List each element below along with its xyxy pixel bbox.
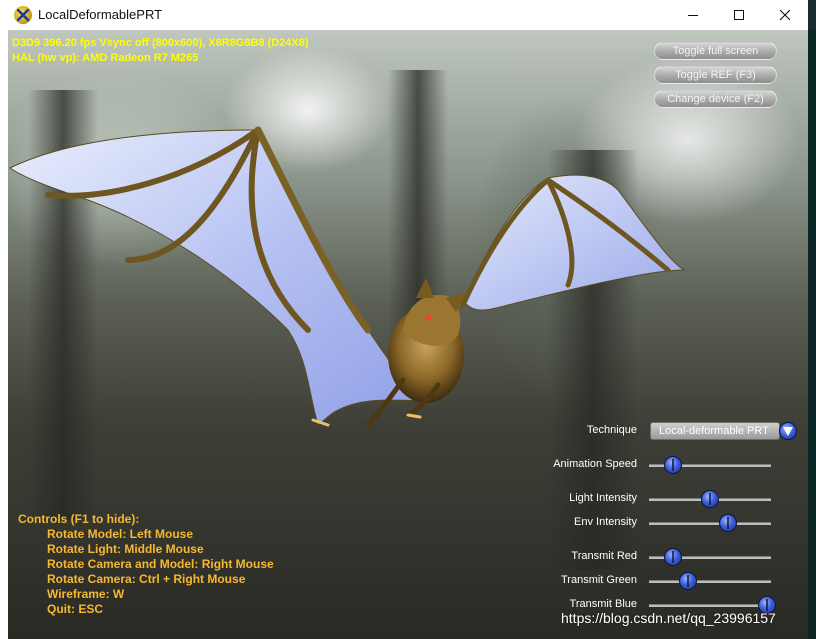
- stats-line-device: HAL (hw vp): AMD Radeon R7 M265: [12, 52, 199, 64]
- slider-label: Light Intensity: [569, 492, 637, 504]
- slider-label: Transmit Green: [560, 574, 637, 586]
- maximize-button[interactable]: [716, 0, 762, 30]
- slider-label: Transmit Blue: [569, 598, 637, 610]
- controls-title: Controls (F1 to hide):: [18, 512, 140, 526]
- slider-thumb[interactable]: [679, 572, 698, 590]
- controls-help: Controls (F1 to hide): Rotate Model: Lef…: [18, 512, 274, 617]
- minimize-button[interactable]: [670, 0, 716, 30]
- technique-dropdown-button[interactable]: [779, 422, 797, 440]
- toggle-ref-button[interactable]: Toggle REF (F3): [654, 66, 777, 84]
- slider-track[interactable]: [649, 580, 771, 583]
- close-button[interactable]: [762, 0, 808, 30]
- slider-track[interactable]: [649, 522, 771, 525]
- controls-item: Rotate Model: Left Mouse: [47, 527, 193, 541]
- device-stats: D3D9 396.20 fps Vsync off (800x600), X8R…: [12, 36, 309, 66]
- controls-item: Wireframe: W: [47, 587, 125, 601]
- maximize-icon: [734, 10, 744, 20]
- title-bar[interactable]: LocalDeformablePRT: [0, 0, 808, 30]
- background-console-window: [808, 30, 816, 639]
- controls-item: Rotate Camera and Model: Right Mouse: [47, 557, 274, 571]
- technique-label: Technique: [586, 424, 637, 436]
- chevron-down-icon: [783, 427, 793, 436]
- controls-item: Quit: ESC: [47, 602, 103, 616]
- render-viewport[interactable]: D3D9 396.20 fps Vsync off (800x600), X8R…: [8, 30, 808, 639]
- app-window: LocalDeformablePRT D3D9 396.20 fps Vsync…: [0, 0, 808, 639]
- window-title: LocalDeformablePRT: [38, 7, 163, 22]
- controls-item: Rotate Light: Middle Mouse: [47, 542, 204, 556]
- watermark-url: https://blog.csdn.net/qq_23996157: [561, 610, 776, 626]
- slider-track[interactable]: [649, 604, 771, 607]
- technique-combobox[interactable]: Local-deformable PRT: [650, 422, 780, 440]
- slider-label: Animation Speed: [553, 458, 637, 470]
- controls-item: Rotate Camera: Ctrl + Right Mouse: [47, 572, 246, 586]
- slider-label: Transmit Red: [571, 550, 637, 562]
- change-device-button[interactable]: Change device (F2): [654, 90, 777, 108]
- slider-thumb[interactable]: [701, 490, 719, 508]
- toggle-fullscreen-button[interactable]: Toggle full screen: [654, 42, 777, 60]
- close-icon: [779, 9, 791, 21]
- slider-label: Env Intensity: [574, 516, 637, 528]
- stats-line-fps: D3D9 396.20 fps Vsync off (800x600), X8R…: [12, 37, 309, 49]
- directx-app-icon: [14, 6, 32, 24]
- minimize-icon: [688, 15, 698, 16]
